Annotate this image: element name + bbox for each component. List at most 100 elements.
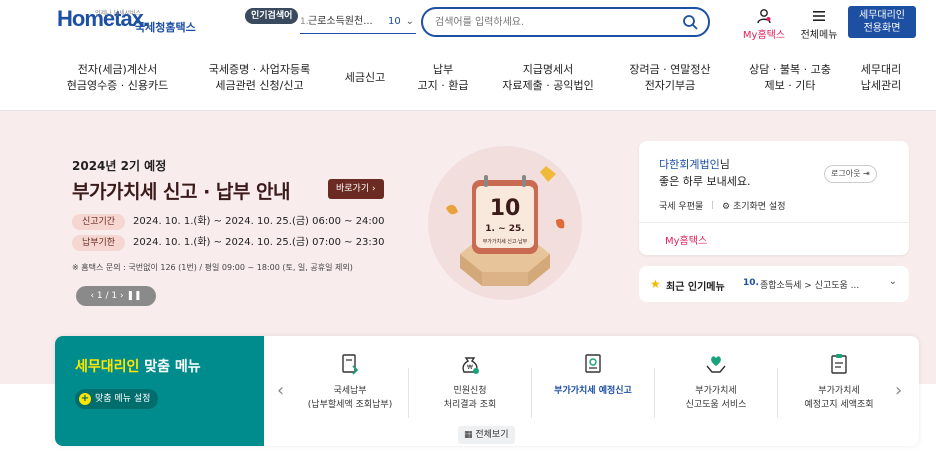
custom-menu-item-vat-help[interactable]: 부가가치세 신고도움 서비스 <box>656 352 776 432</box>
gnb-item-counsel[interactable]: 상담 · 불복 · 고충 제보 · 기타 <box>740 62 840 94</box>
gnb-label: 세무대리 <box>860 63 902 76</box>
tax-agent-screen-button[interactable]: 세무대리인 전용화면 <box>848 6 916 38</box>
vat-document-icon <box>585 354 601 373</box>
title-rest: 맞춤 메뉴 <box>139 359 201 375</box>
logout-button[interactable]: 로그아웃 ⇥ <box>824 165 877 183</box>
hamburger-icon <box>813 11 825 21</box>
agent-button-line2: 전용화면 <box>863 23 901 34</box>
main-navigation: 전자(세금)계산서현금영수증 · 신용카드 국세증명 · 사업자등록세금관련 신… <box>60 62 920 100</box>
custom-menu-item-vat-notice[interactable]: 부가가치세 예정고지 세액조회 <box>779 352 899 432</box>
calendar-caption: 부가가치세 신고·납부 <box>482 239 528 245</box>
custom-menu-item-civil-request[interactable]: ₩ 민원신청 처리결과 조회 <box>410 352 530 432</box>
user-greeting-name: 다한회계법인님 <box>659 156 730 172</box>
banner-row-filing: 신고기간 2024. 10. 1.(화) ~ 2024. 10. 25.(금) 0… <box>72 212 385 230</box>
calendar-illustration: 10 1. ~ 25. 부가가치세 신고·납부 <box>428 146 582 300</box>
all-menu-label: 전체메뉴 <box>800 30 838 41</box>
agent-button-line1: 세무대리인 <box>859 10 905 21</box>
custom-menu-setting-button[interactable]: + 맞춤 메뉴 설정 <box>75 389 159 409</box>
hometax-logo[interactable]: Hometax. 언제나 납세서비스 국세청홈택스 <box>57 6 207 42</box>
gnb-sublabel: 전자기부금 <box>644 79 696 92</box>
banner-row-payment: 납부기한 2024. 10. 1.(화) ~ 2024. 10. 25.(금) 0… <box>72 233 385 251</box>
gnb-label: 납부 <box>432 63 454 76</box>
popular-search-select[interactable]: 1. 근로소득원천... 10 ⌄ <box>300 12 416 34</box>
popular-menu-bar[interactable]: ★ 최근 인기메뉴 10. 종합소득세 > 신고도움 ... ⌄ <box>639 266 909 302</box>
tax-mail-link[interactable]: 국세 우편물 <box>659 202 703 212</box>
gnb-sublabel: 납세관리 <box>860 79 902 92</box>
gnb-item-agent[interactable]: 세무대리납세관리 <box>852 62 910 94</box>
gnb-item-einvoice[interactable]: 전자(세금)계산서현금영수증 · 신용카드 <box>60 62 175 94</box>
logo-name: 국세청홈택스 <box>135 21 196 34</box>
gnb-label: 장려금 · 연말정산 <box>629 63 711 76</box>
popular-search-badge: 인기검색어 <box>245 8 299 24</box>
home-setting-link[interactable]: ⚙ 초기화면 설정 <box>722 202 785 212</box>
item-separator <box>531 368 532 418</box>
view-all-button[interactable]: ▦ 전체보기 <box>458 426 515 444</box>
money-bag-icon: ₩ <box>462 357 479 374</box>
gnb-label: 전자(세금)계산서 <box>77 63 158 76</box>
gnb-item-statement[interactable]: 지급명세서 자료제출 · 공익법인 <box>492 62 604 94</box>
banner-subtitle: 2024년 2기 예정 <box>72 159 167 173</box>
item-line1: 부가가치세 예정신고 <box>554 386 632 396</box>
popular-menu-rank: 10. <box>743 278 759 288</box>
banner-contact-note: ※ 홈택스 문의 : 국번없이 126 (1번) / 평일 09:00 ~ 18… <box>72 263 353 272</box>
myhome-label: My홈택스 <box>742 30 786 41</box>
myhome-button[interactable]: My홈택스 <box>740 8 788 41</box>
item-line2: 예정고지 세액조회 <box>804 400 874 410</box>
item-separator <box>408 368 409 418</box>
card-divider <box>639 222 909 223</box>
item-line1: 민원신청 <box>453 386 487 396</box>
item-line2: 처리결과 조회 <box>443 400 497 410</box>
card-myhome-link[interactable]: My홈택스 <box>665 232 707 247</box>
all-menu-button[interactable]: 전체메뉴 <box>797 8 841 41</box>
gnb-label: 상담 · 불복 · 고충 <box>749 63 831 76</box>
popular-search-keyword: 근로소득원천... <box>308 16 373 27</box>
clipboard-icon <box>831 354 847 374</box>
gnb-label: 세금신고 <box>344 71 386 84</box>
chevron-down-icon[interactable]: ⌄ <box>889 276 897 287</box>
item-line1: 부가가치세 <box>695 386 737 396</box>
setting-label: 맞춤 메뉴 설정 <box>95 394 151 404</box>
banner-go-button[interactable]: 바로가기 › <box>328 179 384 199</box>
filing-period-text: 2024. 10. 1.(화) ~ 2024. 10. 25.(금) 06:00… <box>133 216 385 227</box>
popular-menu-text: 종합소득세 > 신고도움 ... <box>760 281 860 291</box>
popular-search-next: 10 <box>388 16 401 27</box>
gnb-sublabel: 세금관련 신청/신고 <box>215 79 304 92</box>
greeting-text: 좋은 하루 보내세요. <box>659 175 751 188</box>
gnb-sublabel: 현금영수증 · 신용카드 <box>66 79 169 92</box>
logo-tagline: 언제나 납세서비스 <box>95 10 142 17</box>
banner-title: 부가가치세 신고 · 납부 안내 <box>72 181 290 203</box>
gnb-item-certificate[interactable]: 국세증명 · 사업자등록세금관련 신청/신고 <box>202 62 317 94</box>
gnb-label: 지급명세서 <box>522 63 574 76</box>
search-input[interactable] <box>435 14 665 30</box>
item-line2: 신고도움 서비스 <box>685 400 747 410</box>
gnb-label: 국세증명 · 사업자등록 <box>208 63 311 76</box>
chevron-down-icon: ⌄ <box>405 16 414 27</box>
gnb-item-payment[interactable]: 납부고지 · 환급 <box>410 62 476 94</box>
gnb-item-incentive[interactable]: 장려금 · 연말정산전자기부금 <box>620 62 720 94</box>
calendar-range: 1. ~ 25. <box>485 224 525 234</box>
item-separator <box>777 368 778 418</box>
user-name: 다한회계법인 <box>659 158 720 171</box>
custom-menu-item-vat-preliminary[interactable]: 부가가치세 예정신고 <box>533 352 653 432</box>
login-card: 다한회계법인님 좋은 하루 보내세요. 로그아웃 ⇥ 국세 우편물 ⚙ 초기화면… <box>639 141 909 255</box>
banner-pager-control[interactable]: ‹ 1 / 1 › ❚❚ <box>76 286 156 306</box>
item-line1: 국세납부 <box>333 386 367 396</box>
search-icon[interactable] <box>682 14 698 30</box>
agent-custom-menu: 세무대리인 맞춤 메뉴 + 맞춤 메뉴 설정 ‹ › 국세납부 (납부할세액 조회… <box>55 336 919 446</box>
item-line2: (납부할세액 조회납부) <box>307 400 393 410</box>
gnb-item-tax-return[interactable]: 세금신고 <box>338 70 392 86</box>
calendar-icon <box>446 166 565 286</box>
gnb-sublabel: 고지 · 환급 <box>417 79 469 92</box>
payment-deadline-tag: 납부기한 <box>72 235 125 251</box>
item-line1: 부가가치세 <box>818 386 860 396</box>
item-separator <box>654 368 655 418</box>
heart-hands-icon <box>706 356 726 373</box>
calendar-day: 10 <box>489 196 521 221</box>
chevron-left-icon[interactable]: ‹ <box>277 380 284 401</box>
payment-deadline-text: 2024. 10. 1.(화) ~ 2024. 10. 25.(금) 07:00… <box>133 237 385 248</box>
top-header: Hometax. 언제나 납세서비스 국세청홈택스 인기검색어 1. 근로소득원… <box>0 0 936 50</box>
custom-menu-item-tax-payment[interactable]: 국세납부 (납부할세액 조회납부) <box>290 352 410 432</box>
plus-icon: + <box>79 392 91 405</box>
card-links: 국세 우편물 ⚙ 초기화면 설정 <box>659 199 786 212</box>
popular-search-rank: 1. <box>300 17 309 27</box>
